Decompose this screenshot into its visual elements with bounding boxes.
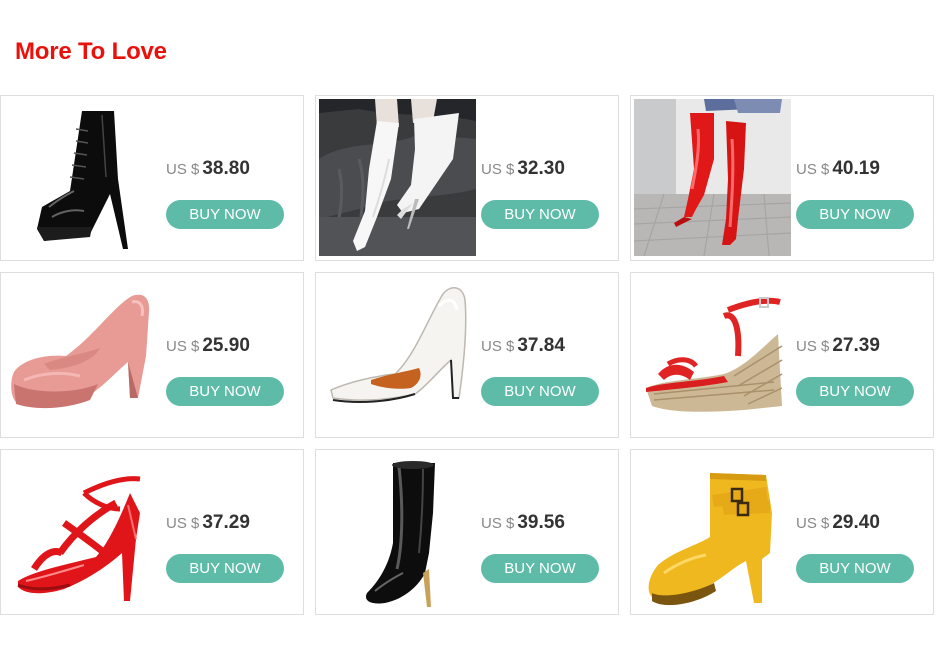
currency-label: US $	[481, 515, 515, 532]
product-image[interactable]	[634, 99, 791, 256]
price-amount: 37.29	[202, 512, 250, 533]
price-amount: 27.39	[832, 335, 880, 356]
price-label: US $40.19	[796, 158, 880, 180]
product-image[interactable]	[634, 276, 791, 433]
price-amount: 25.90	[202, 335, 250, 356]
product-image[interactable]	[319, 453, 476, 610]
product-card[interactable]: US $37.84 BUY NOW	[315, 272, 619, 438]
buy-now-button[interactable]: BUY NOW	[481, 200, 599, 229]
product-image[interactable]	[4, 276, 161, 433]
currency-label: US $	[481, 338, 515, 355]
product-card[interactable]: US $40.19 BUY NOW	[630, 95, 934, 261]
buy-now-button[interactable]: BUY NOW	[796, 200, 914, 229]
buy-now-button[interactable]: BUY NOW	[796, 554, 914, 583]
currency-label: US $	[166, 338, 200, 355]
buy-now-button[interactable]: BUY NOW	[166, 554, 284, 583]
product-card[interactable]: US $39.56 BUY NOW	[315, 449, 619, 615]
currency-label: US $	[796, 338, 830, 355]
product-card[interactable]: US $38.80 BUY NOW	[0, 95, 304, 261]
price-label: US $25.90	[166, 335, 250, 357]
product-image[interactable]	[634, 453, 791, 610]
buy-now-button[interactable]: BUY NOW	[481, 554, 599, 583]
price-label: US $39.56	[481, 512, 565, 534]
product-image[interactable]	[4, 453, 161, 610]
price-amount: 37.84	[517, 335, 565, 356]
currency-label: US $	[796, 515, 830, 532]
price-amount: 38.80	[202, 158, 250, 179]
buy-now-button[interactable]: BUY NOW	[166, 377, 284, 406]
product-image[interactable]	[319, 276, 476, 433]
price-amount: 40.19	[832, 158, 880, 179]
price-label: US $38.80	[166, 158, 250, 180]
currency-label: US $	[166, 161, 200, 178]
section-title: More To Love	[15, 38, 167, 65]
currency-label: US $	[481, 161, 515, 178]
price-amount: 39.56	[517, 512, 565, 533]
price-label: US $37.84	[481, 335, 565, 357]
product-card[interactable]: US $37.29 BUY NOW	[0, 449, 304, 615]
currency-label: US $	[796, 161, 830, 178]
product-image[interactable]	[4, 99, 161, 256]
buy-now-button[interactable]: BUY NOW	[481, 377, 599, 406]
buy-now-button[interactable]: BUY NOW	[166, 200, 284, 229]
currency-label: US $	[166, 515, 200, 532]
price-label: US $32.30	[481, 158, 565, 180]
product-card[interactable]: US $29.40 BUY NOW	[630, 449, 934, 615]
price-amount: 29.40	[832, 512, 880, 533]
price-label: US $29.40	[796, 512, 880, 534]
product-card[interactable]: US $27.39 BUY NOW	[630, 272, 934, 438]
price-label: US $37.29	[166, 512, 250, 534]
price-label: US $27.39	[796, 335, 880, 357]
buy-now-button[interactable]: BUY NOW	[796, 377, 914, 406]
product-card[interactable]: US $25.90 BUY NOW	[0, 272, 304, 438]
product-grid: US $38.80 BUY NOW US $32.30 BUY NOW US $…	[0, 95, 934, 615]
product-image[interactable]	[319, 99, 476, 256]
price-amount: 32.30	[517, 158, 565, 179]
product-card[interactable]: US $32.30 BUY NOW	[315, 95, 619, 261]
